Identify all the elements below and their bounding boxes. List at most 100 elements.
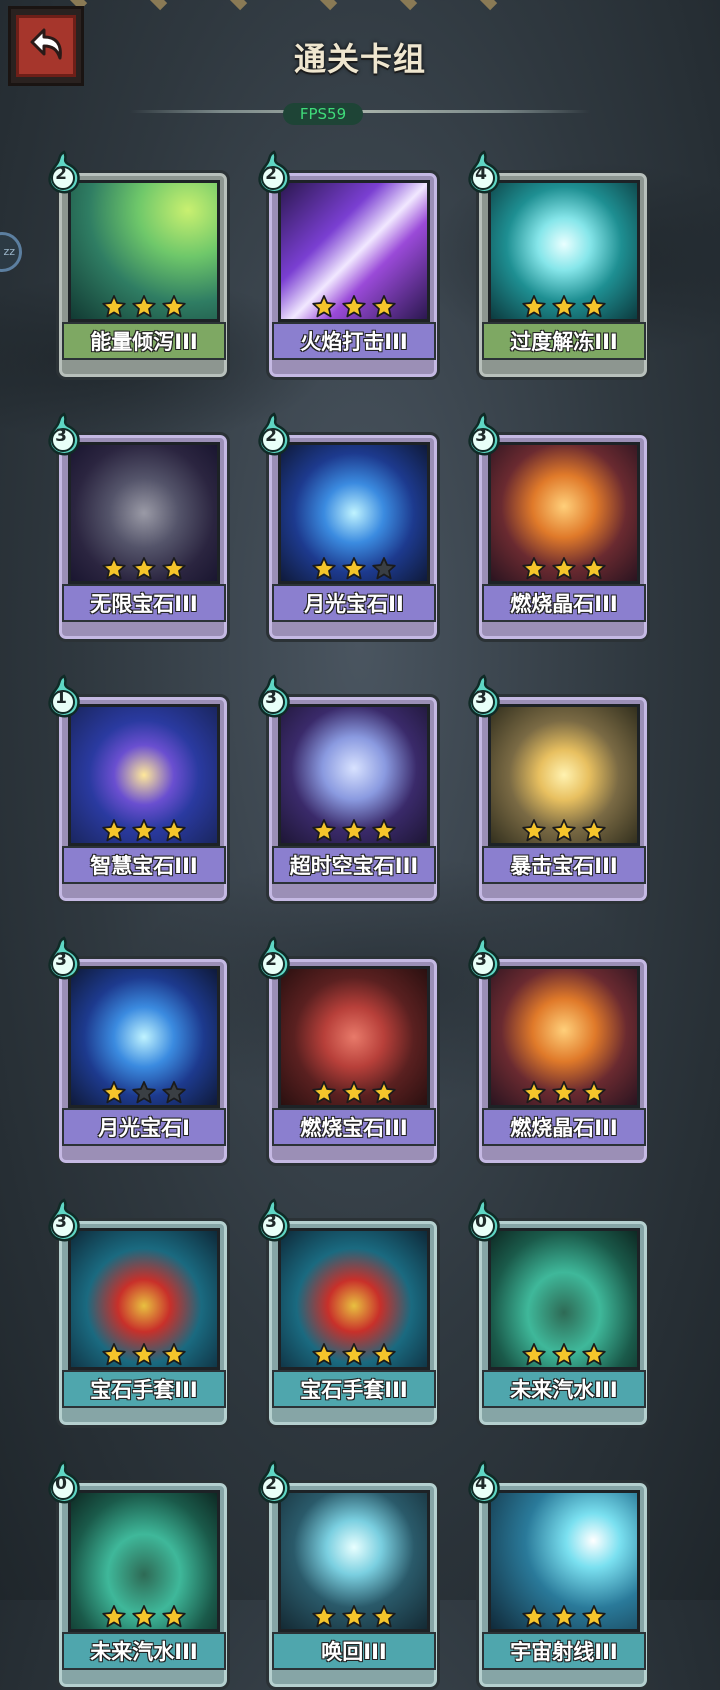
star-icon — [371, 1342, 397, 1368]
deck-card[interactable]: 能量倾泻III 2 — [48, 150, 230, 380]
star-rating — [94, 818, 194, 844]
star-rating — [304, 818, 404, 844]
star-icon — [341, 294, 367, 320]
star-icon — [311, 556, 337, 582]
page-title: 通关卡组 — [293, 40, 426, 78]
star-icon — [521, 1080, 547, 1106]
star-rating — [94, 1604, 194, 1630]
energy-flame-icon: 0 — [46, 1460, 82, 1504]
star-icon — [341, 818, 367, 844]
star-icon — [551, 818, 577, 844]
star-rating — [94, 1342, 194, 1368]
star-icon — [311, 1080, 337, 1106]
star-rating — [514, 1604, 614, 1630]
star-icon — [311, 818, 337, 844]
card-cost: 3 — [475, 426, 487, 446]
star-rating — [94, 1080, 194, 1106]
deck-card[interactable]: 燃烧晶石III 3 — [468, 412, 650, 642]
card-cost: 1 — [55, 688, 67, 708]
card-cost: 2 — [265, 1474, 277, 1494]
side-tab[interactable]: zz — [0, 232, 22, 272]
card-name: 能量倾泻III — [62, 322, 226, 360]
card-cost: 0 — [475, 1212, 487, 1232]
star-rating — [304, 1080, 404, 1106]
star-rating — [514, 294, 614, 320]
star-rating — [304, 1604, 404, 1630]
deck-card[interactable]: 超时空宝石III 3 — [258, 674, 440, 904]
energy-flame-icon: 3 — [466, 936, 502, 980]
energy-flame-icon: 2 — [256, 150, 292, 194]
card-cost: 0 — [55, 1474, 67, 1494]
star-icon — [551, 556, 577, 582]
deck-card[interactable]: 未来汽水III 0 — [48, 1460, 230, 1690]
card-name: 燃烧晶石III — [482, 1108, 646, 1146]
card-cost: 3 — [475, 950, 487, 970]
star-icon — [161, 1080, 187, 1106]
deck-card[interactable]: 过度解冻III 4 — [468, 150, 650, 380]
card-cost: 2 — [265, 950, 277, 970]
star-rating — [94, 294, 194, 320]
card-cost: 3 — [265, 688, 277, 708]
deck-card[interactable]: 未来汽水III 0 — [468, 1198, 650, 1428]
deck-card[interactable]: 无限宝石III 3 — [48, 412, 230, 642]
star-icon — [581, 294, 607, 320]
star-icon — [101, 556, 127, 582]
energy-flame-icon: 3 — [466, 412, 502, 456]
star-icon — [311, 1604, 337, 1630]
card-cost: 3 — [55, 426, 67, 446]
card-name: 月光宝石I — [62, 1108, 226, 1146]
star-icon — [161, 1342, 187, 1368]
star-icon — [101, 294, 127, 320]
star-icon — [131, 1342, 157, 1368]
deck-card[interactable]: 暴击宝石III 3 — [468, 674, 650, 904]
deck-card[interactable]: 燃烧宝石III 2 — [258, 936, 440, 1166]
card-name: 宇宙射线III — [482, 1632, 646, 1670]
card-cost: 3 — [55, 1212, 67, 1232]
star-icon — [371, 818, 397, 844]
star-icon — [581, 1342, 607, 1368]
star-icon — [161, 556, 187, 582]
star-icon — [581, 1080, 607, 1106]
star-icon — [101, 1080, 127, 1106]
energy-flame-icon: 3 — [46, 936, 82, 980]
card-name: 宝石手套III — [272, 1370, 436, 1408]
star-icon — [131, 1604, 157, 1630]
card-cost: 2 — [265, 164, 277, 184]
card-cost: 2 — [55, 164, 67, 184]
star-icon — [581, 556, 607, 582]
star-icon — [551, 1080, 577, 1106]
top-decoration — [0, 0, 720, 11]
star-icon — [131, 1080, 157, 1106]
star-icon — [521, 294, 547, 320]
star-icon — [131, 556, 157, 582]
card-cost: 3 — [55, 950, 67, 970]
star-icon — [161, 1604, 187, 1630]
star-icon — [341, 1080, 367, 1106]
star-icon — [101, 1342, 127, 1368]
energy-flame-icon: 2 — [256, 936, 292, 980]
star-icon — [551, 294, 577, 320]
energy-flame-icon: 3 — [256, 1198, 292, 1242]
energy-flame-icon: 3 — [466, 674, 502, 718]
card-cost: 4 — [475, 164, 487, 184]
deck-card[interactable]: 智慧宝石III 1 — [48, 674, 230, 904]
deck-card[interactable]: 宇宙射线III 4 — [468, 1460, 650, 1690]
star-icon — [341, 556, 367, 582]
deck-card[interactable]: 月光宝石II 2 — [258, 412, 440, 642]
energy-flame-icon: 1 — [46, 674, 82, 718]
card-name: 无限宝石III — [62, 584, 226, 622]
star-icon — [161, 294, 187, 320]
deck-card[interactable]: 宝石手套III 3 — [258, 1198, 440, 1428]
deck-card[interactable]: 宝石手套III 3 — [48, 1198, 230, 1428]
deck-card[interactable]: 燃烧晶石III 3 — [468, 936, 650, 1166]
star-icon — [581, 1604, 607, 1630]
deck-card[interactable]: 火焰打击III 2 — [258, 150, 440, 380]
deck-card[interactable]: 唤回III 2 — [258, 1460, 440, 1690]
card-cost: 3 — [265, 1212, 277, 1232]
fps-counter: FPS59 — [283, 103, 363, 125]
star-rating — [94, 556, 194, 582]
card-cost: 2 — [265, 426, 277, 446]
card-name: 宝石手套III — [62, 1370, 226, 1408]
star-icon — [551, 1342, 577, 1368]
deck-card[interactable]: 月光宝石I 3 — [48, 936, 230, 1166]
